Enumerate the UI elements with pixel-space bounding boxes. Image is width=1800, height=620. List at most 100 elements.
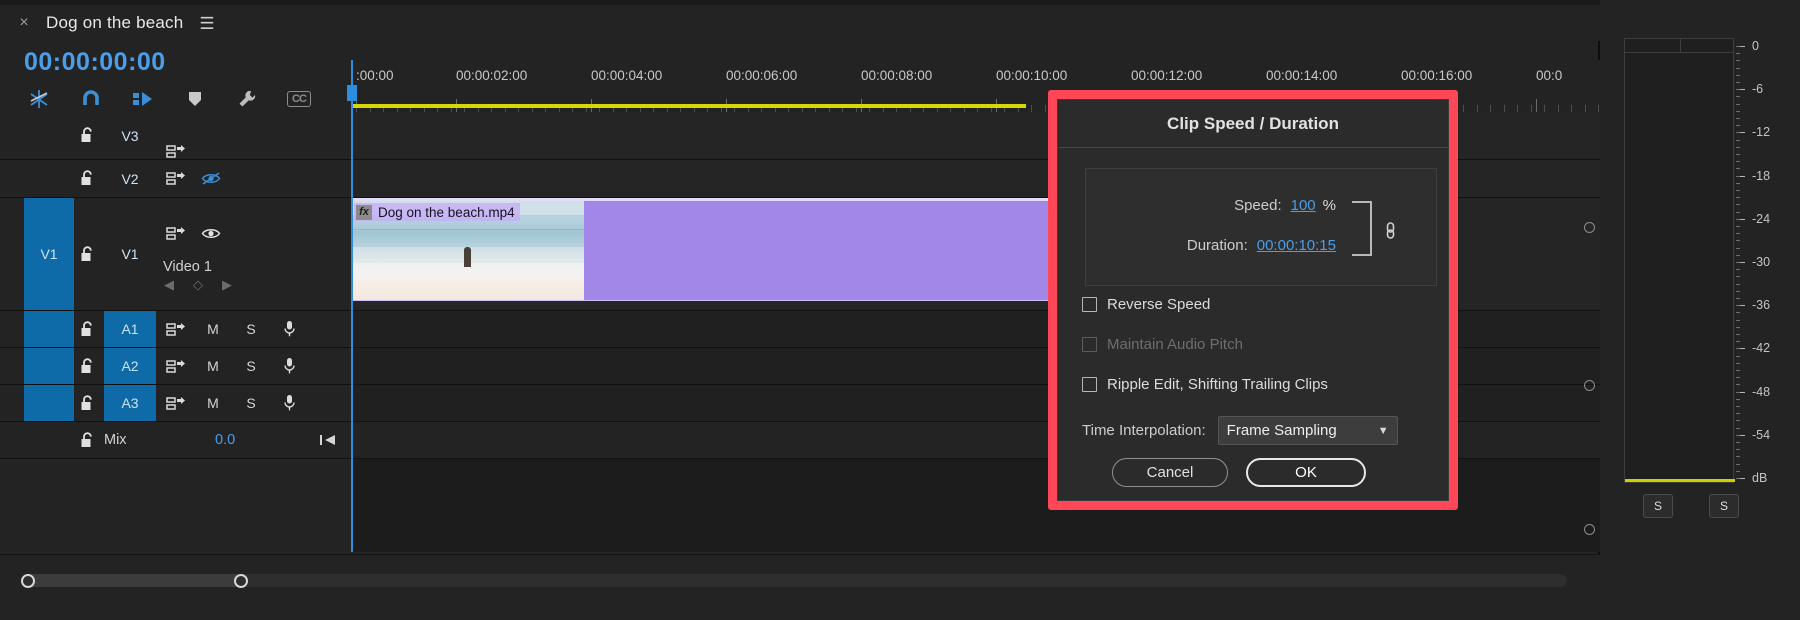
close-icon[interactable]: × xyxy=(16,15,32,31)
meter-tick-minor xyxy=(1736,442,1740,443)
reverse-speed-checkbox-row[interactable]: Reverse Speed xyxy=(1082,296,1210,313)
solo-button-a3[interactable]: S xyxy=(238,392,264,414)
playhead[interactable] xyxy=(347,60,357,552)
closed-captions-icon[interactable]: CC xyxy=(285,86,313,112)
lock-icon-a3[interactable] xyxy=(76,392,98,414)
zoom-handle-right[interactable] xyxy=(234,573,248,588)
thumbnail-horizon xyxy=(352,229,584,230)
track-target-a2[interactable] xyxy=(24,348,74,384)
lock-icon-a1[interactable] xyxy=(76,318,98,340)
sync-lock-icon-a1[interactable] xyxy=(163,318,189,340)
track-target-v1[interactable]: V1 xyxy=(24,198,74,310)
track-header-v3[interactable]: V3 xyxy=(0,112,351,160)
snap-magnet-icon[interactable] xyxy=(77,86,105,112)
track-height-handle-1[interactable] xyxy=(1584,380,1595,391)
timeline-scrollbar[interactable] xyxy=(21,573,1567,588)
sync-lock-icon-a2[interactable] xyxy=(163,355,189,377)
timeline-scrollbar-thumb[interactable] xyxy=(21,573,248,588)
zoom-handle-left[interactable] xyxy=(21,573,35,588)
ruler-tick-label: 00:00:14:00 xyxy=(1266,68,1338,83)
ripple-edit-checkbox[interactable] xyxy=(1082,377,1097,392)
meter-tick-minor xyxy=(1736,175,1740,177)
voice-record-icon-a2[interactable] xyxy=(276,355,302,377)
voice-record-icon-a3[interactable] xyxy=(276,392,302,414)
track-height-handle-2[interactable] xyxy=(1584,524,1595,535)
track-header-v1[interactable]: V1 V1 Video 1 ◀ ◇ ▶ xyxy=(0,198,351,311)
track-header-a3[interactable]: A3 M S xyxy=(0,385,351,422)
sequence-tab-title[interactable]: Dog on the beach xyxy=(46,13,183,33)
ok-button[interactable]: OK xyxy=(1246,458,1366,487)
lock-icon-v2[interactable] xyxy=(76,168,98,190)
meter-tick-minor xyxy=(1736,254,1740,256)
lock-icon-a2[interactable] xyxy=(76,355,98,377)
ripple-edit-checkbox-row[interactable]: Ripple Edit, Shifting Trailing Clips xyxy=(1082,376,1328,393)
meter-tick-minor xyxy=(1736,146,1740,148)
track-name-v1[interactable]: V1 xyxy=(104,198,156,310)
insert-overwrite-icon[interactable] xyxy=(25,86,53,112)
linked-selection-icon[interactable] xyxy=(129,86,157,112)
track-name-a3[interactable]: A3 xyxy=(104,385,156,421)
prev-keyframe-icon[interactable]: ◀ xyxy=(164,277,174,293)
meter-tick-minor xyxy=(1736,182,1740,184)
speed-duration-group: Speed: 100 % Duration: 00:00:10:15 xyxy=(1085,168,1437,286)
playhead-handle[interactable] xyxy=(347,85,357,101)
speed-input[interactable]: 100 xyxy=(1291,197,1316,214)
track-header-v2[interactable]: V2 xyxy=(0,160,351,198)
track-header-mix[interactable]: Mix 0.0 xyxy=(0,422,351,459)
meter-tick-minor xyxy=(1736,240,1740,242)
ruler-tick-label: 00:00:06:00 xyxy=(726,68,798,83)
time-interpolation-select[interactable]: Frame Sampling ▼ xyxy=(1217,416,1398,445)
mix-pan-icon[interactable] xyxy=(315,429,341,451)
maintain-audio-pitch-checkbox-row: Maintain Audio Pitch xyxy=(1082,336,1243,353)
eye-icon-v1[interactable] xyxy=(198,223,224,245)
meter-tick-minor xyxy=(1736,319,1740,321)
meter-solo-left-button[interactable]: S xyxy=(1643,494,1673,518)
track-name-v3[interactable]: V3 xyxy=(104,112,156,159)
mute-button-a2[interactable]: M xyxy=(200,355,226,377)
meter-tick-minor xyxy=(1736,456,1740,458)
next-keyframe-icon[interactable]: ▶ xyxy=(222,277,232,293)
track-target-a1[interactable] xyxy=(24,311,74,347)
dialog-title: Clip Speed / Duration xyxy=(1058,100,1448,148)
clip-speed-duration-dialog-wrapper: Clip Speed / Duration Speed: 100 % Durat… xyxy=(1048,90,1458,510)
meter-tick-minor xyxy=(1736,334,1740,335)
mute-button-a3[interactable]: M xyxy=(200,392,226,414)
add-keyframe-icon[interactable]: ◇ xyxy=(193,277,203,293)
lock-icon-v1[interactable] xyxy=(76,243,98,265)
track-name-v2[interactable]: V2 xyxy=(104,160,156,197)
track-name-a1[interactable]: A1 xyxy=(104,311,156,347)
solo-button-a1[interactable]: S xyxy=(238,318,264,340)
keyframe-nav-v1[interactable]: ◀ ◇ ▶ xyxy=(164,277,232,293)
meter-tick-minor xyxy=(1736,341,1740,343)
track-height-handle-0[interactable] xyxy=(1584,222,1595,233)
cancel-button[interactable]: Cancel xyxy=(1112,458,1228,487)
add-marker-icon[interactable] xyxy=(181,86,209,112)
lock-icon-v3[interactable] xyxy=(76,125,98,147)
sync-lock-icon-v2[interactable] xyxy=(163,168,189,190)
sync-lock-icon-a3[interactable] xyxy=(163,392,189,414)
track-name-a2[interactable]: A2 xyxy=(104,348,156,384)
meter-tick-minor xyxy=(1736,139,1740,141)
sync-lock-icon-v1[interactable] xyxy=(163,223,189,245)
playhead-timecode[interactable]: 00:00:00:00 xyxy=(24,48,166,77)
meter-tick-minor xyxy=(1736,89,1740,91)
duration-input[interactable]: 00:00:10:15 xyxy=(1257,237,1336,254)
track-header-a2[interactable]: A2 M S xyxy=(0,348,351,385)
work-area-bar[interactable] xyxy=(351,104,1026,108)
meter-tick-minor xyxy=(1736,168,1740,170)
track-header-a1[interactable]: A1 M S xyxy=(0,311,351,348)
reverse-speed-checkbox[interactable] xyxy=(1082,297,1097,312)
audio-meter-body[interactable] xyxy=(1624,38,1735,483)
lock-icon-mix[interactable] xyxy=(76,429,98,451)
voice-record-icon-a1[interactable] xyxy=(276,318,302,340)
solo-button-a2[interactable]: S xyxy=(238,355,264,377)
clip-name-label: fx Dog on the beach.mp4 xyxy=(354,203,520,221)
chain-link-icon[interactable] xyxy=(1383,219,1398,241)
timeline-settings-wrench-icon[interactable] xyxy=(233,86,261,112)
mute-button-a1[interactable]: M xyxy=(200,318,226,340)
panel-menu-icon[interactable]: ☰ xyxy=(199,15,214,32)
mix-level-value[interactable]: 0.0 xyxy=(215,432,235,448)
meter-solo-right-button[interactable]: S xyxy=(1709,494,1739,518)
eye-icon-v2[interactable] xyxy=(198,168,224,190)
track-target-a3[interactable] xyxy=(24,385,74,421)
